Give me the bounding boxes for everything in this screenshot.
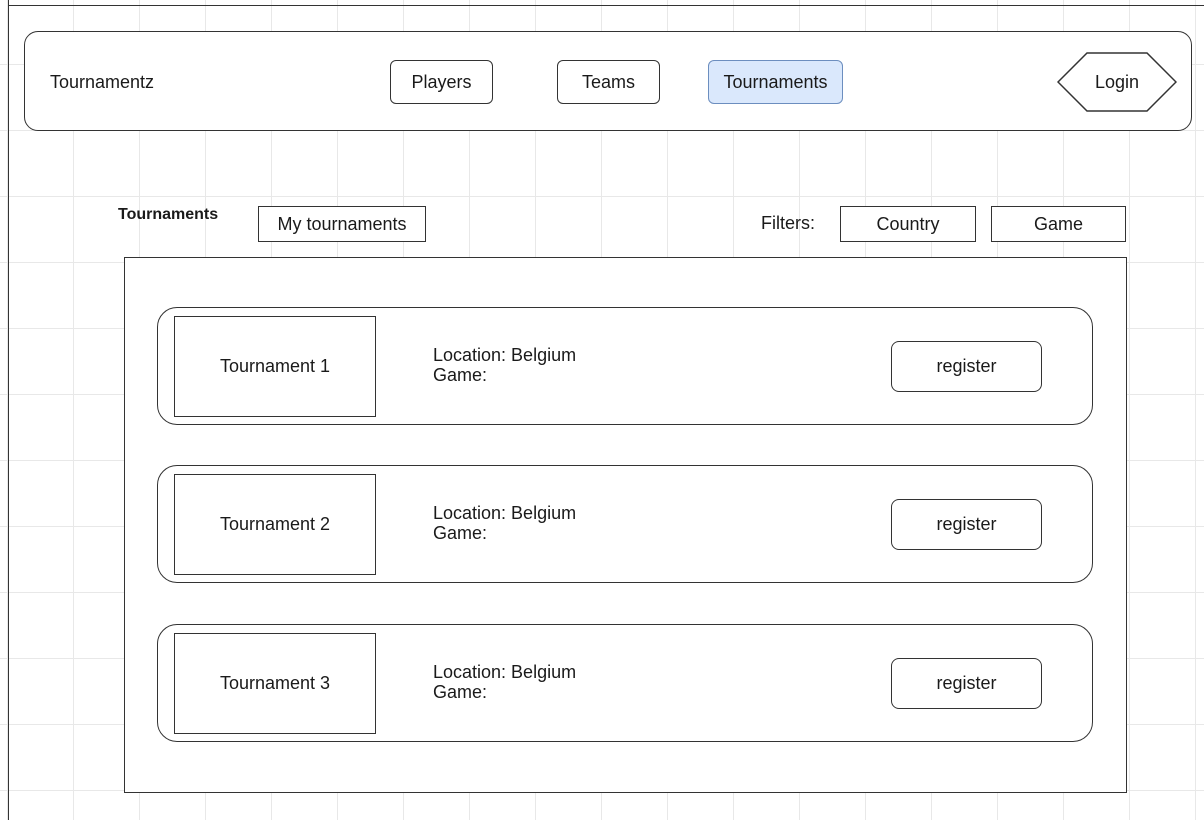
- tournament-game: Game:: [433, 523, 488, 543]
- tournament-info: Location: Belgium Game:: [433, 662, 576, 702]
- tournament-location: Location: Belgium: [433, 345, 577, 365]
- page-title: Tournaments: [118, 206, 219, 223]
- brand-title: Tournamentz: [50, 72, 155, 92]
- register-button[interactable]: register: [891, 658, 1042, 709]
- filters-label: Filters:: [761, 213, 815, 233]
- nav-players-button[interactable]: Players: [390, 60, 493, 104]
- canvas-border-top: [8, 5, 1204, 6]
- login-label: Login: [1094, 71, 1140, 92]
- tournament-card: Tournament 3 Location: Belgium Game: reg…: [157, 624, 1093, 742]
- register-button[interactable]: register: [891, 341, 1042, 392]
- canvas-border-left: [8, 0, 9, 820]
- tournament-card: Tournament 2 Location: Belgium Game: reg…: [157, 465, 1093, 583]
- tournament-game: Game:: [433, 682, 488, 702]
- tournament-info: Location: Belgium Game:: [433, 345, 576, 385]
- tournament-name: Tournament 1: [174, 316, 376, 417]
- tournament-name: Tournament 3: [174, 633, 376, 734]
- filter-game-button[interactable]: Game: [991, 206, 1126, 242]
- tournament-name: Tournament 2: [174, 474, 376, 575]
- login-button[interactable]: Login: [1057, 52, 1177, 112]
- tournament-game: Game:: [433, 365, 488, 385]
- tournament-info: Location: Belgium Game:: [433, 503, 576, 543]
- nav-tournaments-button[interactable]: Tournaments: [708, 60, 843, 104]
- nav-teams-button[interactable]: Teams: [557, 60, 660, 104]
- register-button[interactable]: register: [891, 499, 1042, 550]
- filter-country-button[interactable]: Country: [840, 206, 976, 242]
- tournament-card: Tournament 1 Location: Belgium Game: reg…: [157, 307, 1093, 425]
- my-tournaments-button[interactable]: My tournaments: [258, 206, 426, 242]
- tournament-location: Location: Belgium: [433, 503, 577, 523]
- tournament-location: Location: Belgium: [433, 662, 577, 682]
